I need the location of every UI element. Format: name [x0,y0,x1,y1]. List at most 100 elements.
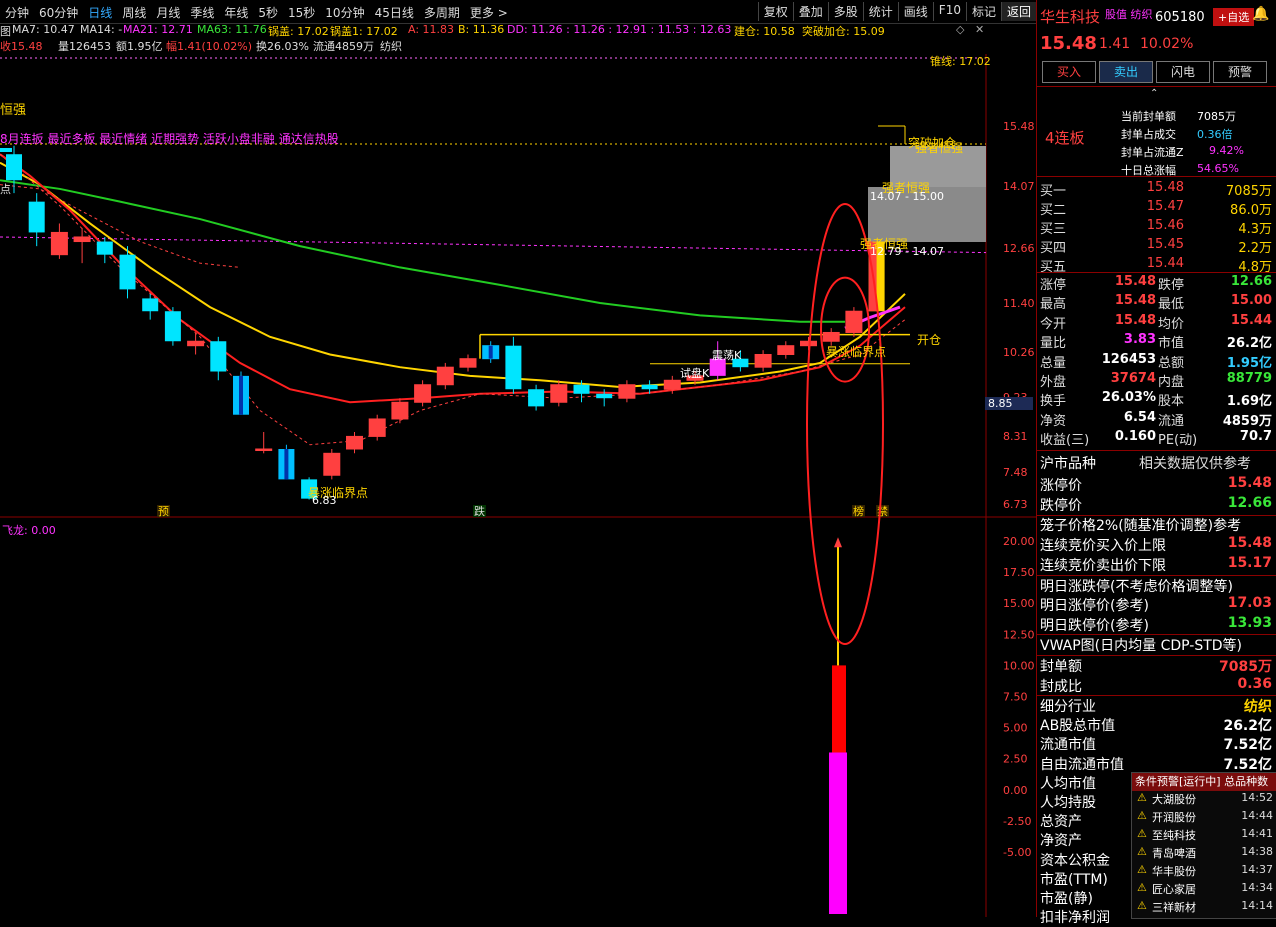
candle-body [777,345,795,355]
flash-button[interactable]: 闪电 [1156,61,1210,83]
sub-y-tick-label: 0.00 [1003,784,1028,797]
candle-body [346,435,363,450]
tool-button[interactable]: 返回 [1000,2,1036,21]
info-label: 封单额 [1040,659,1082,675]
collapse-icon[interactable]: ◇ [956,23,964,36]
bid-volume: 7085万 [1225,184,1272,199]
info-value: 纺织 [1244,699,1272,715]
period-tab[interactable]: 15秒 [283,4,320,21]
add-watchlist-button[interactable]: +自选 [1213,8,1255,26]
candle-body [142,298,159,312]
bell-icon[interactable]: 🔔 [1252,6,1269,22]
info-label: 市盈(TTM) [1040,871,1108,888]
stat-row: 最高 15.48 最低 15.00 [1040,293,1272,312]
period-tab[interactable]: 分钟 [0,4,34,21]
period-tab[interactable]: 更多 > [465,4,513,21]
y-tick-label: 12.66 [1003,242,1035,255]
ma14-value: MA14: - [80,23,123,36]
info-value: 17.03 [1227,595,1272,611]
tool-button[interactable]: 复权 [757,2,793,21]
period-tab[interactable]: 45日线 [370,4,419,21]
stat-label: 总量 [1040,355,1067,371]
candle-body [164,311,181,342]
period-tab[interactable]: 月线 [151,4,185,21]
buy-button[interactable]: 买入 [1042,61,1096,83]
info-row: 连续竞价买入价上限 15.48 [1040,535,1272,554]
kline-chart[interactable]: 15.4814.0712.6611.4010.269.238.317.486.7… [0,54,1036,917]
candle [210,336,227,381]
stat-label: 跌停 [1158,278,1185,293]
alert-item[interactable]: ⚠ 三祥新材 14:14 [1132,899,1276,917]
seal-label: 封单占成交 [1121,128,1176,141]
lianban-label: 4连板 [1045,129,1085,147]
tool-button[interactable]: F10 [932,2,966,21]
alert-stock-name: 开润股份 [1152,811,1196,824]
candle-body [414,384,432,403]
cage-title: 笼子价格2%(随基准价调整)参考 [1040,518,1242,534]
candle [391,398,409,424]
bid-label: 买一 [1040,184,1067,199]
collapse-arrow-icon[interactable]: ⌃ [1150,88,1158,99]
period-tab[interactable]: 周线 [117,4,151,21]
alert-button[interactable]: 预警 [1213,61,1267,83]
candle-body [6,154,22,181]
info-row: 细分行业 纺织 [1040,696,1272,715]
candle [754,350,772,372]
tool-button[interactable]: 统计 [862,2,898,21]
tool-button[interactable]: 标记 [965,2,1001,21]
seal-value: 7085万 [1197,110,1236,123]
candle-body [822,331,840,342]
seal-value: 54.65% [1197,162,1239,175]
period-tab[interactable]: 10分钟 [320,4,369,21]
stat-value: 26.2亿 [1226,336,1272,352]
candle-body [550,384,568,403]
stat-value: 26.03% [1101,390,1156,406]
alert-item[interactable]: ⚠ 至纯科技 14:41 [1132,827,1276,845]
info-row: 明日涨停价(参考) 17.03 [1040,595,1272,614]
stat-label: 最高 [1040,297,1067,313]
period-toolbar: 分钟 60分钟 日线 周线 月线 季线 年线 5秒 15秒 10分钟 45日线 多周期 更多 > 复权叠… [0,0,1036,24]
alert-item[interactable]: ⚠ 开润股份 14:44 [1132,809,1276,827]
ma21-value: MA21: 12.71 [123,23,193,36]
candle-body [459,358,477,368]
candle [233,371,249,415]
candle-body [50,231,68,256]
bid-price: 15.46 [1146,218,1184,233]
period-tab[interactable]: 年线 [219,4,253,21]
condition-alert-panel[interactable]: 条件预警[运行中] 总品种数 ⚠ 大湖股份 14:52 ⚠ 开润股份 14:44 ⚠ 至纯科技… [1131,772,1276,919]
tool-button[interactable]: 叠加 [792,2,828,21]
tool-button[interactable]: 多股 [827,2,863,21]
candle-body [596,393,613,399]
alert-flag-icon: ⚠ [1137,881,1147,894]
period-tab[interactable]: 5秒 [253,4,283,21]
candle-stripe [284,449,289,480]
market-title: 沪市品种 [1040,456,1096,472]
alert-item[interactable]: ⚠ 华丰股份 14:37 [1132,863,1276,881]
signal-mark: 预 [158,505,169,518]
candle [528,384,545,411]
vwap-title[interactable]: VWAP图(日内均量 CDP-STD等) [1040,635,1242,655]
alert-title: 条件预警[运行中] 总品种数 [1132,773,1276,791]
period-tab[interactable]: 日线 [83,4,117,21]
stat-label: 净资 [1040,413,1067,429]
candle-body [618,384,636,399]
tool-button[interactable]: 画线 [897,2,933,21]
close-icon[interactable]: ✕ [975,23,984,36]
alert-item[interactable]: ⚠ 匠心家居 14:34 [1132,881,1276,899]
bid-row: 买二 15.47 86.0万 [1040,199,1272,218]
candle-body [641,384,658,390]
alert-item[interactable]: ⚠ 青岛啤酒 14:38 [1132,845,1276,863]
period-tab[interactable]: 60分钟 [34,4,83,21]
stat-label: 换手 [1040,394,1067,410]
candle [436,362,454,390]
info-value: 26.2亿 [1223,718,1272,735]
sell-button[interactable]: 卖出 [1099,61,1153,83]
period-tab[interactable]: 多周期 [419,4,465,21]
alert-item[interactable]: ⚠ 大湖股份 14:52 [1132,791,1276,809]
bid-volume: 2.2万 [1238,241,1272,256]
period-tab[interactable]: 季线 [185,4,219,21]
sub-bar-magenta [829,752,847,914]
next-limit-title: 明日涨跌停(不考虑价格调整等) [1040,579,1233,595]
info-label: 细分行业 [1040,699,1096,715]
info-label: AB股总市值 [1040,718,1116,735]
